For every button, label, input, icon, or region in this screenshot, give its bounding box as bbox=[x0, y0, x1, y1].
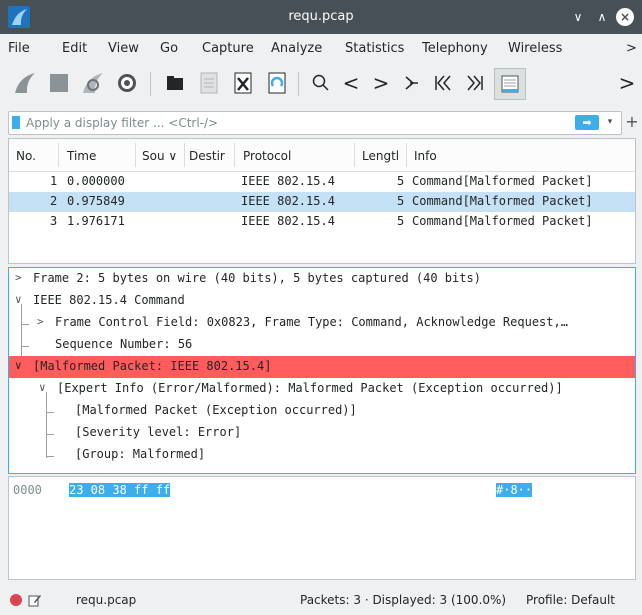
forward-arrow-icon[interactable]: > bbox=[366, 68, 396, 98]
status-file-name: requ.pcap bbox=[76, 593, 137, 607]
packet-bytes-pane: 0000 23 08 38 ff ff #·8·· bbox=[8, 476, 636, 580]
filter-placeholder: Apply a display filter ... <Ctrl-/> bbox=[26, 116, 219, 130]
menu-capture[interactable]: Capture bbox=[202, 41, 254, 56]
collapse-arrow-icon[interactable]: ∨ bbox=[15, 359, 22, 372]
minimize-icon[interactable]: ∨ bbox=[568, 7, 588, 27]
chevron-down-icon[interactable]: ▾ bbox=[603, 115, 617, 130]
options-gear-icon[interactable] bbox=[112, 68, 142, 98]
back-arrow-icon[interactable]: < bbox=[336, 68, 366, 98]
first-packet-icon[interactable] bbox=[428, 68, 458, 98]
go-to-packet-icon[interactable] bbox=[396, 68, 426, 98]
col-time[interactable]: Time bbox=[67, 149, 96, 163]
search-icon[interactable] bbox=[306, 68, 336, 98]
col-info[interactable]: Info bbox=[414, 149, 437, 163]
collapse-arrow-icon[interactable]: ∨ bbox=[39, 381, 46, 394]
shark-fin-start-icon[interactable] bbox=[10, 68, 40, 98]
menu-telephony[interactable]: Telephony bbox=[422, 41, 488, 56]
apply-filter-icon[interactable]: ➡ bbox=[575, 115, 599, 130]
tree-item-sequence-number[interactable]: Sequence Number: 56 bbox=[9, 334, 635, 356]
menu-analyze[interactable]: Analyze bbox=[271, 41, 322, 56]
menu-wireless[interactable]: Wireless bbox=[508, 41, 562, 56]
col-protocol[interactable]: Protocol bbox=[243, 149, 291, 163]
status-bar: requ.pcap Packets: 3 · Displayed: 3 (100… bbox=[0, 585, 642, 615]
capture-status-icon[interactable] bbox=[10, 594, 22, 606]
add-filter-button[interactable]: + bbox=[624, 112, 640, 132]
menu-statistics[interactable]: Statistics bbox=[345, 41, 404, 56]
restart-icon[interactable] bbox=[78, 68, 108, 98]
packet-details-tree: > Frame 2: 5 bytes on wire (40 bits), 5 … bbox=[8, 267, 636, 474]
last-packet-icon[interactable] bbox=[460, 68, 490, 98]
tree-item-ieee-command[interactable]: ∨ IEEE 802.15.4 Command bbox=[9, 290, 635, 312]
tree-item-expert-detail[interactable]: [Malformed Packet (Exception occurred)] bbox=[9, 400, 635, 422]
expand-arrow-icon[interactable]: > bbox=[15, 271, 22, 284]
menu-bar: File Edit View Go Capture Analyze Statis… bbox=[0, 34, 642, 62]
packet-row-selected[interactable]: 2 0.975849 IEEE 802.15.4 5 Command[Malfo… bbox=[9, 192, 635, 212]
edit-comment-icon[interactable] bbox=[28, 593, 42, 607]
ascii-bytes[interactable]: #·8·· bbox=[496, 483, 533, 497]
menu-overflow[interactable]: > bbox=[626, 41, 637, 56]
close-window-icon[interactable]: × bbox=[616, 8, 634, 26]
menu-go[interactable]: Go bbox=[160, 41, 178, 56]
close-file-icon[interactable] bbox=[228, 68, 258, 98]
main-toolbar: < > > bbox=[0, 62, 642, 106]
byte-offset: 0000 bbox=[13, 483, 42, 497]
maximize-icon[interactable]: ∧ bbox=[592, 7, 612, 27]
toolbar-separator bbox=[150, 72, 151, 96]
col-no[interactable]: No. bbox=[16, 149, 36, 163]
packet-list-header: No. Time Sou ∨ Destir Protocol Lengtl In… bbox=[9, 139, 635, 172]
save-file-icon[interactable] bbox=[194, 68, 224, 98]
tree-item-expert-info[interactable]: ∨ [Expert Info (Error/Malformed): Malfor… bbox=[9, 378, 635, 400]
bookmark-icon[interactable] bbox=[12, 116, 20, 129]
packet-row[interactable]: 3 1.976171 IEEE 802.15.4 5 Command[Malfo… bbox=[9, 212, 635, 232]
tree-item-group[interactable]: [Group: Malformed] bbox=[9, 444, 635, 466]
tree-item-malformed[interactable]: ∨ [Malformed Packet: IEEE 802.15.4] bbox=[9, 356, 635, 378]
title-bar: requ.pcap ∨ ∧ × bbox=[0, 0, 642, 34]
tree-item-severity[interactable]: [Severity level: Error] bbox=[9, 422, 635, 444]
menu-file[interactable]: File bbox=[8, 41, 30, 56]
status-profile[interactable]: Profile: Default bbox=[526, 593, 615, 607]
col-length[interactable]: Lengtl bbox=[362, 149, 399, 163]
menu-view[interactable]: View bbox=[108, 41, 139, 56]
packet-list: No. Time Sou ∨ Destir Protocol Lengtl In… bbox=[8, 138, 636, 264]
status-packets: Packets: 3 · Displayed: 3 (100.0%) bbox=[300, 593, 507, 607]
expand-arrow-icon[interactable]: > bbox=[37, 315, 44, 328]
toolbar-separator bbox=[298, 72, 299, 96]
tree-item-frame[interactable]: > Frame 2: 5 bytes on wire (40 bits), 5 … bbox=[9, 268, 635, 290]
display-filter-input[interactable]: Apply a display filter ... <Ctrl-/> ➡ ▾ bbox=[8, 111, 622, 135]
col-source[interactable]: Sou ∨ bbox=[142, 149, 177, 163]
autoscroll-icon[interactable] bbox=[494, 68, 526, 100]
col-destination[interactable]: Destir bbox=[189, 149, 225, 163]
open-folder-icon[interactable] bbox=[160, 68, 190, 98]
tree-item-frame-control[interactable]: > Frame Control Field: 0x0823, Frame Typ… bbox=[9, 312, 635, 334]
window-title: requ.pcap bbox=[288, 9, 354, 24]
hex-bytes[interactable]: 23 08 38 ff ff bbox=[69, 483, 171, 497]
collapse-arrow-icon[interactable]: ∨ bbox=[15, 293, 22, 306]
reload-icon[interactable] bbox=[262, 68, 292, 98]
packet-row[interactable]: 1 0.000000 IEEE 802.15.4 5 Command[Malfo… bbox=[9, 172, 635, 192]
more-chevron-icon[interactable]: > bbox=[612, 68, 642, 98]
menu-edit[interactable]: Edit bbox=[62, 41, 87, 56]
stop-icon[interactable] bbox=[44, 68, 74, 98]
